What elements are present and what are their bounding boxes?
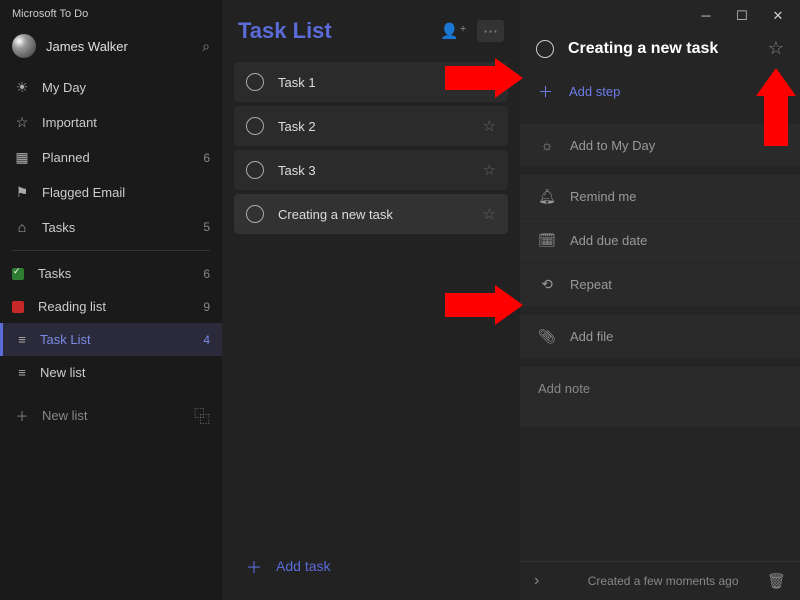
sidebar-item-label: My Day xyxy=(42,80,210,95)
complete-circle-icon[interactable] xyxy=(246,161,264,179)
sidebar-list-tasks[interactable]: Tasks 6 xyxy=(0,257,222,290)
sidebar-item-label: Task List xyxy=(40,332,203,347)
list-color-icon xyxy=(12,301,24,313)
plus-icon: ＋ xyxy=(246,554,262,578)
sidebar-item-tasks[interactable]: ⌂ Tasks 5 xyxy=(0,210,222,244)
task-row[interactable]: Creating a new task ☆ xyxy=(234,194,508,234)
new-list-button[interactable]: ＋ New list ⿻ xyxy=(0,393,222,437)
star-icon[interactable]: ☆ xyxy=(483,73,496,91)
bell-icon: 🔔︎ xyxy=(538,188,556,205)
sidebar-item-label: Tasks xyxy=(42,220,203,235)
list-icon: ≡ xyxy=(12,332,32,347)
count: 9 xyxy=(203,300,210,314)
note-field[interactable]: Add note xyxy=(520,367,800,427)
add-to-myday-button[interactable]: ☼ Add to My Day xyxy=(520,124,800,166)
task-row[interactable]: Task 1 ☆ xyxy=(234,62,508,102)
task-label: Creating a new task xyxy=(278,207,483,222)
task-label: Task 1 xyxy=(278,75,483,90)
count: 5 xyxy=(203,220,210,234)
star-icon[interactable]: ☆ xyxy=(768,38,784,59)
flag-icon: ⚑ xyxy=(12,184,32,201)
new-group-icon[interactable]: ⿻ xyxy=(194,403,210,427)
sidebar-list-newlist[interactable]: ≡ New list xyxy=(0,356,222,389)
sidebar-item-label: New list xyxy=(40,365,210,380)
minimize-button[interactable]: ─ xyxy=(688,4,724,28)
task-row[interactable]: Task 3 ☆ xyxy=(234,150,508,190)
sidebar: Microsoft To Do James Walker ⌕ ☀ My Day … xyxy=(0,0,222,600)
new-list-label: New list xyxy=(42,408,194,423)
detail-item-label: Remind me xyxy=(570,189,636,204)
add-task-button[interactable]: ＋ Add task xyxy=(234,542,508,590)
detail-item-label: Add due date xyxy=(570,233,647,248)
complete-circle-icon[interactable] xyxy=(246,117,264,135)
calendar-icon: 🗓︎ xyxy=(538,232,556,249)
sidebar-item-label: Planned xyxy=(42,150,203,165)
plus-icon: ＋ xyxy=(12,406,32,425)
task-label: Task 3 xyxy=(278,163,483,178)
add-task-label: Add task xyxy=(276,558,330,574)
task-label: Task 2 xyxy=(278,119,483,134)
list-icon: ≡ xyxy=(12,365,32,380)
avatar xyxy=(12,34,36,58)
detail-header: Creating a new task ☆ xyxy=(520,28,800,73)
home-icon: ⌂ xyxy=(12,219,32,235)
close-button[interactable]: ✕ xyxy=(760,4,796,28)
add-step-label: Add step xyxy=(569,84,620,99)
share-icon[interactable]: 👤⁺ xyxy=(440,22,467,40)
app-title: Microsoft To Do xyxy=(0,0,222,28)
maximize-button[interactable]: ☐ xyxy=(724,4,760,28)
main-panel: Task List 👤⁺ ⋯ Task 1 ☆ Task 2 ☆ Task 3 … xyxy=(222,0,520,600)
complete-circle-icon[interactable] xyxy=(246,73,264,91)
due-date-button[interactable]: 🗓︎ Add due date xyxy=(520,219,800,262)
sidebar-item-flagged[interactable]: ⚑ Flagged Email xyxy=(0,175,222,210)
star-icon[interactable]: ☆ xyxy=(483,161,496,179)
more-icon[interactable]: ⋯ xyxy=(477,20,504,42)
window-controls: ─ ☐ ✕ xyxy=(520,0,800,28)
add-step-button[interactable]: ＋ Add step xyxy=(520,73,800,116)
list-color-icon xyxy=(12,268,24,280)
user-name: James Walker xyxy=(46,39,202,54)
detail-title[interactable]: Creating a new task xyxy=(568,40,768,58)
complete-circle-icon[interactable] xyxy=(536,40,554,58)
hide-detail-icon[interactable]: › xyxy=(534,572,539,590)
main-header: Task List 👤⁺ ⋯ xyxy=(234,0,508,62)
sidebar-list-reading[interactable]: Reading list 9 xyxy=(0,290,222,323)
sidebar-item-label: Reading list xyxy=(38,299,203,314)
sidebar-item-planned[interactable]: ▦ Planned 6 xyxy=(0,140,222,175)
calendar-icon: ▦ xyxy=(12,149,32,166)
detail-item-label: Repeat xyxy=(570,277,612,292)
count: 4 xyxy=(203,333,210,347)
detail-item-label: Add to My Day xyxy=(570,138,655,153)
repeat-button[interactable]: ⟲ Repeat xyxy=(520,263,800,306)
detail-footer: › Created a few moments ago 🗑︎ xyxy=(520,561,800,600)
sidebar-item-important[interactable]: ☆ Important xyxy=(0,105,222,140)
plus-icon: ＋ xyxy=(538,81,553,102)
sidebar-item-label: Tasks xyxy=(38,266,203,281)
star-icon: ☆ xyxy=(12,114,32,131)
star-icon[interactable]: ☆ xyxy=(483,117,496,135)
sidebar-item-label: Important xyxy=(42,115,210,130)
star-icon[interactable]: ☆ xyxy=(483,205,496,223)
sun-icon: ☀ xyxy=(12,79,32,96)
divider xyxy=(12,250,210,251)
add-file-button[interactable]: 📎︎ Add file xyxy=(520,315,800,358)
sun-icon: ☼ xyxy=(538,137,556,153)
paperclip-icon: 📎︎ xyxy=(538,328,556,345)
user-row[interactable]: James Walker ⌕ xyxy=(0,28,222,70)
task-row[interactable]: Task 2 ☆ xyxy=(234,106,508,146)
detail-item-label: Add file xyxy=(570,329,613,344)
sidebar-list-tasklist[interactable]: ≡ Task List 4 xyxy=(0,323,222,356)
sidebar-item-label: Flagged Email xyxy=(42,185,210,200)
remind-me-button[interactable]: 🔔︎ Remind me xyxy=(520,175,800,218)
sidebar-item-myday[interactable]: ☀ My Day xyxy=(0,70,222,105)
count: 6 xyxy=(203,267,210,281)
count: 6 xyxy=(203,151,210,165)
list-title[interactable]: Task List xyxy=(238,18,430,44)
repeat-icon: ⟲ xyxy=(538,276,556,293)
created-label: Created a few moments ago xyxy=(559,574,767,588)
delete-icon[interactable]: 🗑︎ xyxy=(767,572,786,590)
detail-panel: ─ ☐ ✕ Creating a new task ☆ ＋ Add step ☼… xyxy=(520,0,800,600)
search-icon[interactable]: ⌕ xyxy=(202,38,210,55)
complete-circle-icon[interactable] xyxy=(246,205,264,223)
